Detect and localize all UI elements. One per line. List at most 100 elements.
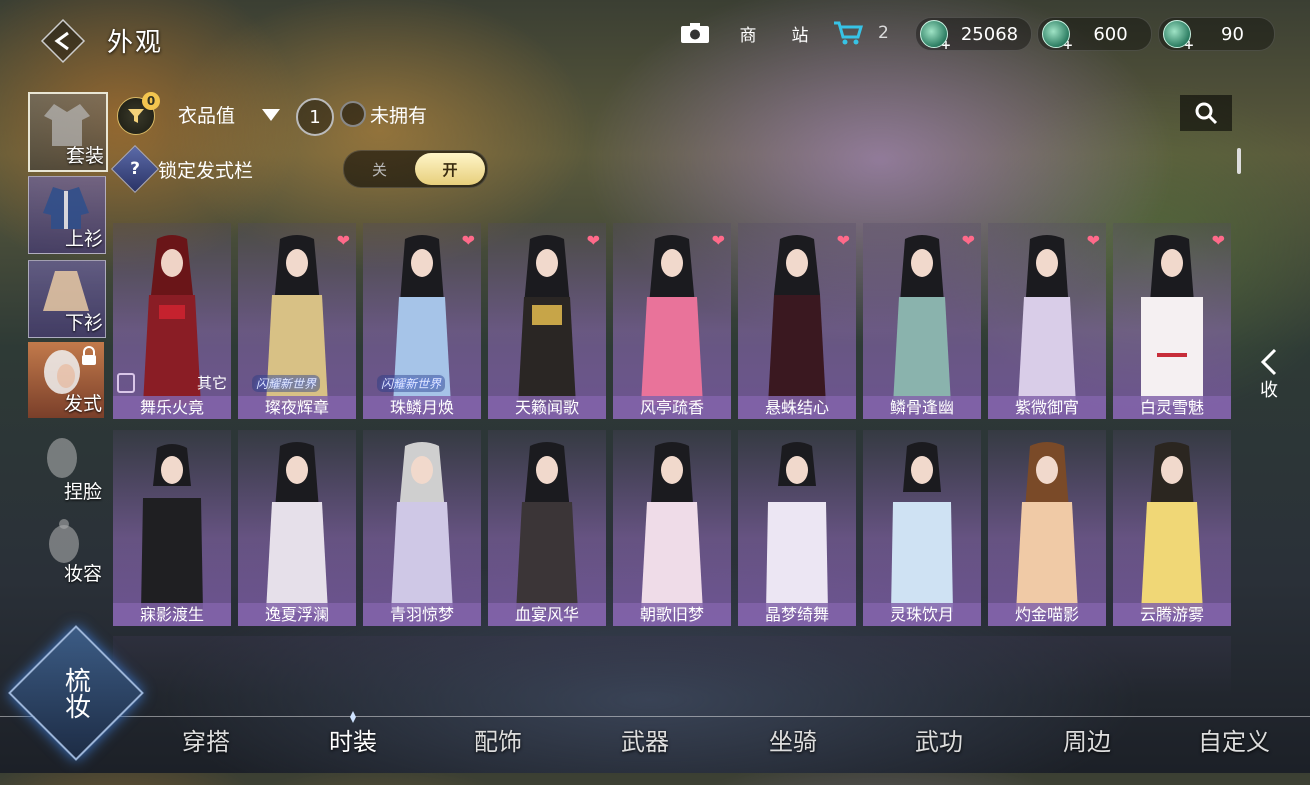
- lock-hair-toggle[interactable]: 关 开: [343, 150, 488, 188]
- outfit-card[interactable]: ❤ 天籁闻歌: [488, 223, 606, 419]
- character-figure-icon: [893, 235, 951, 405]
- favorite-heart-icon[interactable]: ❤: [1212, 231, 1225, 250]
- cart-icon: [834, 21, 864, 45]
- tab-martial-arts[interactable]: 武功: [915, 722, 963, 757]
- sort-dropdown-icon[interactable]: [262, 109, 280, 121]
- tab-outfit-match[interactable]: 穿搭: [182, 722, 230, 757]
- tab-mounts[interactable]: 坐骑: [769, 722, 817, 757]
- favorite-heart-icon[interactable]: ❤: [1087, 231, 1100, 250]
- favorite-heart-icon[interactable]: ❤: [712, 231, 725, 250]
- filter-button[interactable]: 0: [117, 92, 160, 135]
- nav-face[interactable]: 捏脸: [28, 430, 104, 506]
- character-figure-icon: [766, 442, 828, 612]
- currency-ticket[interactable]: 90: [1158, 17, 1275, 52]
- outfit-card[interactable]: ❤ 闪耀新世界 珠鳞月焕: [363, 223, 481, 419]
- outfit-card[interactable]: 寐影渡生: [113, 430, 231, 626]
- outfit-name: 璨夜辉章: [238, 396, 356, 419]
- help-icon[interactable]: ?: [110, 144, 160, 194]
- shop-button[interactable]: 商: [728, 17, 768, 49]
- currency-value: 90: [1221, 23, 1244, 45]
- lock-hair-label: 锁定发式栏: [158, 160, 254, 182]
- character-figure-icon: [1018, 235, 1076, 405]
- nav-bottom[interactable]: 下衫: [28, 260, 106, 338]
- tab-accessories[interactable]: 配饰: [474, 722, 522, 757]
- favorite-heart-icon[interactable]: ❤: [837, 231, 850, 250]
- outfit-card[interactable]: ❤ 闪耀新世界 璨夜辉章: [238, 223, 356, 419]
- favorite-heart-icon[interactable]: ❤: [462, 231, 475, 250]
- lock-icon: [117, 373, 135, 393]
- back-arrow-icon: [40, 18, 86, 64]
- favorite-heart-icon[interactable]: ❤: [587, 231, 600, 250]
- character-figure-icon: [141, 444, 203, 612]
- funnel-icon: [128, 109, 144, 123]
- character-figure-icon: [768, 235, 826, 405]
- tab-weapons[interactable]: 武器: [621, 722, 669, 757]
- active-tab-indicator-icon: [344, 708, 362, 723]
- nav-label: 妆容: [63, 563, 102, 585]
- outfit-card[interactable]: 青羽惊梦: [363, 430, 481, 626]
- outfit-name: 寐影渡生: [113, 603, 231, 626]
- outfit-name: 紫微御宵: [988, 396, 1106, 419]
- character-figure-icon: [1016, 442, 1078, 612]
- outfit-name: 朝歌旧梦: [613, 603, 731, 626]
- chevron-left-icon: [1260, 348, 1277, 376]
- station-icon: 站: [791, 25, 809, 46]
- event-tag: 闪耀新世界: [377, 375, 446, 392]
- outfit-card[interactable]: 灼金喵影: [988, 430, 1106, 626]
- next-row-preview: [113, 636, 1231, 696]
- outfit-name: 珠鳞月焕: [363, 396, 481, 419]
- favorite-heart-icon[interactable]: ❤: [962, 231, 975, 250]
- nav-label: 发式: [63, 393, 102, 415]
- outfit-card[interactable]: ❤ 鳞骨逢幽: [863, 223, 981, 419]
- outfit-name: 灼金喵影: [988, 603, 1106, 626]
- outfit-name: 晶梦绮舞: [738, 603, 856, 626]
- camera-icon: [681, 23, 709, 43]
- outfit-card[interactable]: ❤ 紫微御宵: [988, 223, 1106, 419]
- outfit-card[interactable]: 朝歌旧梦: [613, 430, 731, 626]
- tab-fashion[interactable]: 时装: [329, 722, 377, 757]
- outfit-card[interactable]: ❤ 白灵雪魅: [1113, 223, 1231, 419]
- outfit-card[interactable]: 灵珠饮月: [863, 430, 981, 626]
- outfit-card[interactable]: 其它 舞乐火竟: [113, 223, 231, 419]
- outfit-name: 白灵雪魅: [1113, 396, 1231, 419]
- owned-filter-radio[interactable]: [340, 101, 366, 127]
- nav-makeup[interactable]: 妆容: [28, 512, 104, 588]
- collapse-label: 收: [1260, 380, 1278, 401]
- character-figure-icon: [516, 442, 578, 612]
- character-figure-icon: [518, 235, 576, 405]
- outfit-card[interactable]: 云腾游雾: [1113, 430, 1231, 626]
- cart-count: 2: [878, 23, 889, 43]
- comb-label: 梳妆: [60, 667, 91, 719]
- search-button[interactable]: [1180, 95, 1232, 131]
- collapse-button[interactable]: 收: [1246, 330, 1292, 420]
- outfit-name: 血宴风华: [488, 603, 606, 626]
- outfit-card[interactable]: 血宴风华: [488, 430, 606, 626]
- info-button[interactable]: 1: [296, 98, 334, 136]
- shop-icon: 商: [739, 25, 757, 46]
- nav-hair[interactable]: 发式: [28, 342, 104, 418]
- jade-coin-icon: [920, 20, 951, 52]
- back-button[interactable]: [40, 18, 86, 64]
- station-button[interactable]: 站: [780, 17, 820, 49]
- currency-jade[interactable]: 25068: [915, 17, 1032, 52]
- camera-button[interactable]: [678, 17, 712, 49]
- tab-merch[interactable]: 周边: [1063, 722, 1111, 757]
- outfit-name: 青羽惊梦: [363, 603, 481, 626]
- outfit-card[interactable]: 晶梦绮舞: [738, 430, 856, 626]
- nav-outfit[interactable]: 套装: [28, 92, 108, 172]
- outfit-card[interactable]: ❤ 风亭疏香: [613, 223, 731, 419]
- nav-top[interactable]: 上衫: [28, 176, 106, 254]
- toggle-on-label: 开: [415, 153, 485, 185]
- sort-label[interactable]: 衣品值: [178, 101, 235, 128]
- currency-coin[interactable]: 600: [1037, 17, 1152, 52]
- favorite-heart-icon[interactable]: ❤: [337, 231, 350, 250]
- character-figure-icon: [1141, 235, 1203, 405]
- outfit-card[interactable]: 逸夏浮澜: [238, 430, 356, 626]
- outfit-card[interactable]: ❤ 悬蛛结心: [738, 223, 856, 419]
- outfit-name: 悬蛛结心: [738, 396, 856, 419]
- cart-button[interactable]: 2: [832, 17, 894, 49]
- other-tag: 其它: [196, 374, 227, 392]
- scrollbar-thumb[interactable]: [1237, 148, 1241, 174]
- character-figure-icon: [641, 442, 703, 612]
- tab-custom[interactable]: 自定义: [1198, 722, 1270, 757]
